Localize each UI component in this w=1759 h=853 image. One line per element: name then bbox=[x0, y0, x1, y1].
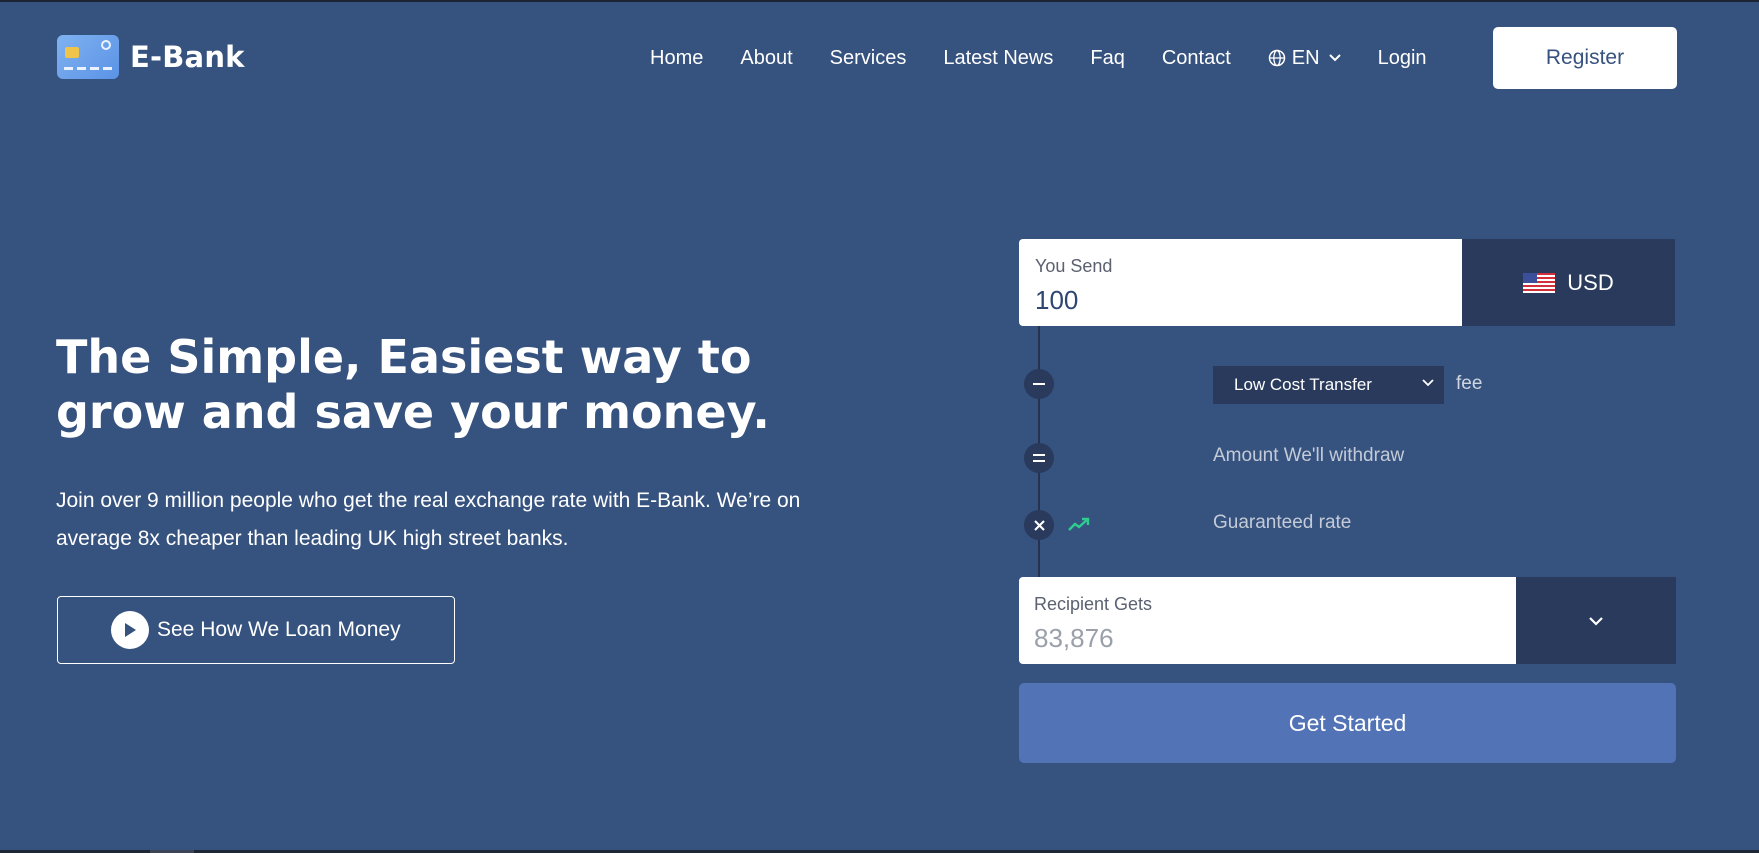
hero-subtitle: Join over 9 million people who get the r… bbox=[56, 489, 801, 550]
video-button-label: See How We Loan Money bbox=[157, 618, 401, 641]
register-button[interactable]: Register bbox=[1493, 27, 1677, 89]
recipient-amount-field[interactable]: Recipient Gets 83,876 bbox=[1019, 577, 1516, 664]
language-selector[interactable]: EN bbox=[1268, 47, 1342, 70]
guaranteed-rate-label: Guaranteed rate bbox=[1213, 512, 1352, 533]
send-currency-code: USD bbox=[1567, 269, 1614, 295]
nav-home[interactable]: Home bbox=[650, 47, 703, 70]
video-button[interactable]: See How We Loan Money bbox=[57, 596, 455, 664]
fee-type-value: Low Cost Transfer bbox=[1234, 375, 1372, 394]
us-flag-icon bbox=[1523, 272, 1556, 293]
send-amount-input[interactable]: 100 bbox=[1035, 285, 1462, 316]
nav-faq[interactable]: Faq bbox=[1090, 47, 1124, 70]
nav-services[interactable]: Services bbox=[830, 47, 907, 70]
credit-card-icon bbox=[57, 35, 119, 79]
send-currency-selector[interactable]: USD bbox=[1462, 239, 1675, 326]
brand-name: E-Bank bbox=[130, 40, 245, 74]
get-started-button[interactable]: Get Started bbox=[1019, 683, 1676, 763]
nav-about[interactable]: About bbox=[740, 47, 792, 70]
times-icon bbox=[1024, 510, 1054, 540]
main-nav: Home About Services Latest News Faq Cont… bbox=[650, 46, 1464, 70]
page: E-Bank Home About Services Latest News F… bbox=[0, 2, 1759, 850]
brand-logo[interactable]: E-Bank bbox=[57, 35, 245, 79]
chevron-down-icon bbox=[1328, 54, 1341, 62]
login-link[interactable]: Login bbox=[1378, 47, 1427, 70]
send-label: You Send bbox=[1035, 256, 1113, 276]
globe-icon bbox=[1268, 49, 1286, 67]
chevron-down-icon bbox=[1422, 379, 1434, 387]
language-code: EN bbox=[1291, 46, 1320, 69]
recipient-currency-selector[interactable] bbox=[1516, 577, 1676, 664]
trending-up-icon bbox=[1068, 517, 1090, 531]
play-icon bbox=[111, 611, 149, 649]
minus-icon bbox=[1024, 369, 1054, 399]
fee-suffix: fee bbox=[1456, 373, 1483, 394]
nav-latest-news[interactable]: Latest News bbox=[943, 47, 1053, 70]
recipient-amount-input[interactable]: 83,876 bbox=[1034, 623, 1516, 654]
chevron-down-icon bbox=[1589, 616, 1603, 626]
recipient-label: Recipient Gets bbox=[1034, 594, 1153, 614]
send-amount-field[interactable]: You Send 100 bbox=[1019, 239, 1462, 326]
equals-icon bbox=[1024, 443, 1054, 473]
hero-title: The Simple, Easiest way to grow and save… bbox=[56, 330, 770, 439]
fee-type-select[interactable]: Low Cost Transfer bbox=[1213, 366, 1444, 404]
withdraw-label: Amount We'll withdraw bbox=[1213, 445, 1405, 466]
nav-contact[interactable]: Contact bbox=[1162, 47, 1231, 70]
